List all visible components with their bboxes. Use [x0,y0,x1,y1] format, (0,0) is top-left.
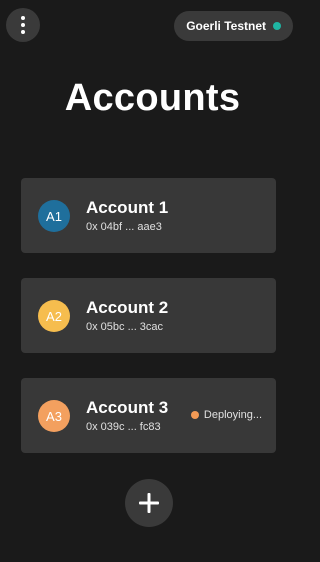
account-card-2[interactable]: A2 Account 2 0x 05bc ... 3cac [21,278,276,353]
account-address: 0x 039c ... fc83 [86,421,161,433]
deploying-status-dot [190,411,199,419]
accounts-screen: Goerli Testnet Accounts A1 Account 1 0x … [0,0,305,562]
deploying-status-label: Deploying... [203,409,262,421]
account-avatar: A1 [38,200,70,232]
more-vertical-icon-dot [21,30,25,34]
network-selector[interactable]: Goerli Testnet [174,11,293,41]
account-avatar: A3 [38,400,70,432]
account-avatar-text: A2 [46,308,62,324]
account-address: 0x 05bc ... 3cac [86,321,164,333]
network-label: Goerli Testnet [186,19,266,33]
more-vertical-icon [21,16,25,20]
account-avatar-text: A3 [46,408,62,424]
deploying-status: Deploying... [190,409,262,421]
account-card-1[interactable]: A1 Account 1 0x 04bf ... aae3 [21,178,276,253]
account-card-3[interactable]: A3 Account 3 0x 039c ... fc83 Deploying.… [21,378,276,453]
more-vertical-icon-dot [21,23,25,27]
account-name: Account 1 [86,198,169,217]
account-address: 0x 04bf ... aae3 [86,221,162,233]
account-name: Account 3 [86,398,169,417]
menu-button[interactable] [6,8,40,42]
account-name: Account 2 [86,298,169,317]
account-avatar: A2 [38,300,70,332]
network-status-dot [273,22,281,30]
account-avatar-text: A1 [46,208,62,224]
page-title: Accounts [64,77,241,119]
plus-icon [139,493,159,513]
add-account-button[interactable] [125,479,173,527]
